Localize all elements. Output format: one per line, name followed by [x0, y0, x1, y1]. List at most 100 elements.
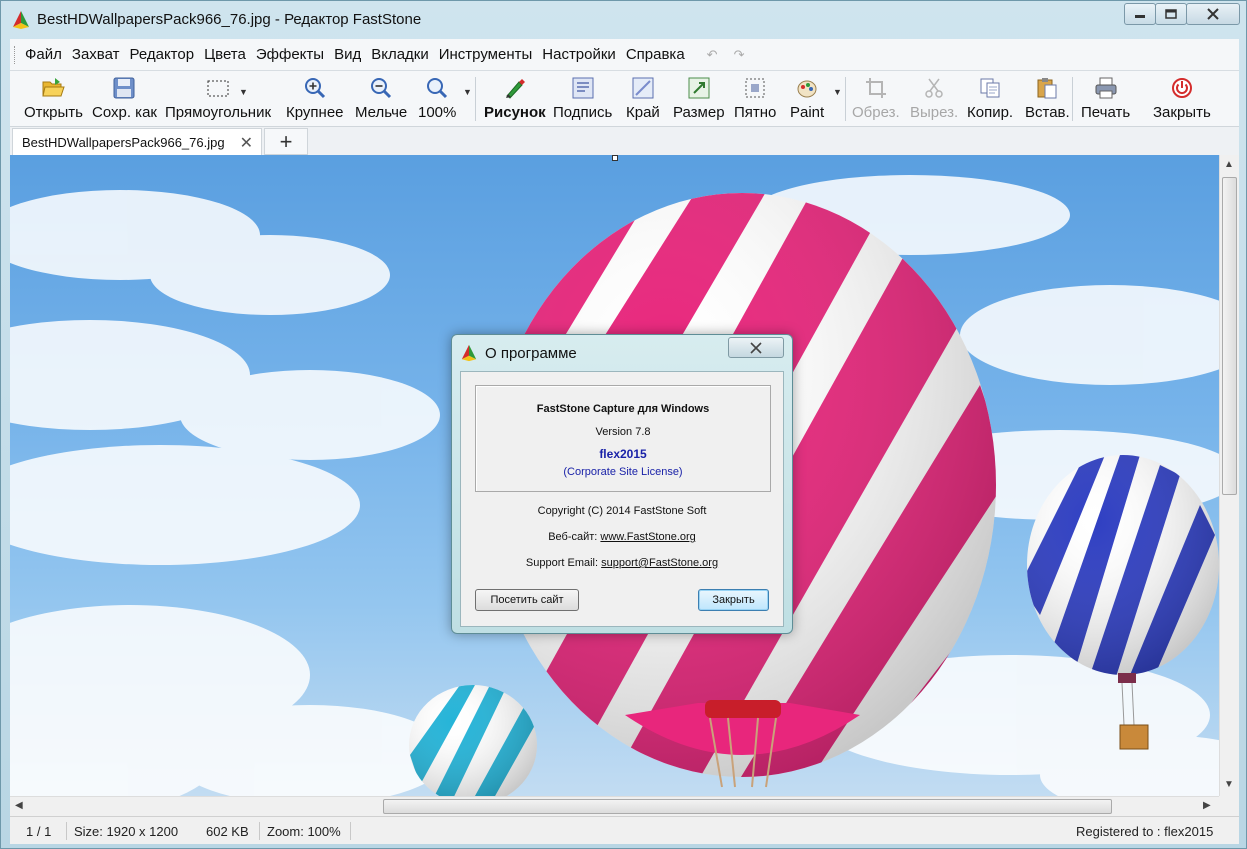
- status-page: 1 / 1: [26, 824, 52, 839]
- maximize-icon: [1165, 9, 1177, 19]
- dialog-title: О программе: [485, 345, 577, 362]
- scroll-right-icon[interactable]: ▶: [1203, 800, 1211, 811]
- menu-capture[interactable]: Захват: [72, 46, 120, 63]
- app-window: BestHDWallpapersPack966_76.jpg - Редакто…: [0, 0, 1247, 849]
- rectangle-select-icon: [207, 80, 229, 97]
- scroll-corner: [1219, 796, 1239, 816]
- paste-button[interactable]: Встав.: [1025, 75, 1070, 121]
- about-dialog: О программе FastStone Capture для Window…: [451, 334, 793, 634]
- zoom-in-icon: [304, 78, 325, 99]
- copyright-text: Copyright (C) 2014 FastStone Soft: [537, 505, 707, 517]
- scroll-down-icon[interactable]: ▼: [1224, 779, 1234, 790]
- menu-settings[interactable]: Настройки: [542, 46, 616, 63]
- save-as-button[interactable]: Сохр. как: [92, 75, 157, 121]
- menu-tabs[interactable]: Вкладки: [371, 46, 429, 63]
- crop-button[interactable]: Обрез.: [852, 75, 900, 121]
- undo-icon[interactable]: ↶: [707, 47, 718, 63]
- canvas-resize-handle[interactable]: [612, 155, 618, 161]
- product-version: Version 7.8: [595, 426, 651, 438]
- menu-bar: Файл Захват Редактор Цвета Эффекты Вид В…: [10, 39, 1239, 71]
- licensed-user: flex2015: [599, 447, 647, 461]
- faststone-app-icon: [461, 344, 477, 362]
- scroll-up-icon[interactable]: ▲: [1224, 159, 1234, 170]
- close-icon: [1207, 8, 1219, 20]
- print-button[interactable]: Печать: [1081, 75, 1130, 121]
- email-link[interactable]: support@FastStone.org: [601, 557, 718, 569]
- rectangle-dropdown-icon[interactable]: ▼: [239, 87, 248, 97]
- website-row: Веб-сайт: www.FastStone.org: [461, 531, 783, 543]
- close-window-button[interactable]: [1186, 3, 1240, 25]
- printer-icon: [1095, 77, 1117, 99]
- scissors-icon: [925, 78, 943, 98]
- rectangle-select-button[interactable]: Прямоугольник: [165, 75, 271, 121]
- copy-icon: [980, 78, 1000, 98]
- tab-label: BestHDWallpapersPack966_76.jpg: [22, 134, 225, 150]
- dialog-close-button[interactable]: [728, 337, 784, 358]
- website-label: Веб-сайт:: [548, 531, 598, 543]
- open-button[interactable]: Открыть: [24, 75, 83, 121]
- paint-button[interactable]: Paint: [790, 75, 824, 121]
- website-link[interactable]: www.FastStone.org: [600, 531, 695, 543]
- menu-effects[interactable]: Эффекты: [256, 46, 324, 63]
- draw-pen-icon: [505, 79, 525, 99]
- redo-icon[interactable]: ↷: [734, 47, 745, 63]
- resize-button[interactable]: Размер: [673, 75, 725, 121]
- power-close-icon: [1171, 78, 1192, 98]
- toolbar-separator: [845, 77, 846, 121]
- menu-colors[interactable]: Цвета: [204, 46, 246, 63]
- email-row: Support Email: support@FastStone.org: [461, 557, 783, 569]
- open-folder-icon: [42, 78, 66, 97]
- save-disk-icon: [113, 77, 135, 99]
- minimize-icon: [1135, 15, 1145, 18]
- visit-site-button[interactable]: Посетить сайт: [475, 589, 579, 611]
- zoom-actual-icon: [427, 78, 448, 99]
- close-image-button[interactable]: Закрыть: [1153, 75, 1211, 121]
- zoom-in-button[interactable]: Крупнее: [286, 75, 344, 121]
- minimize-button[interactable]: [1124, 3, 1156, 25]
- zoom-100-button[interactable]: 100%: [418, 75, 456, 121]
- menu-file[interactable]: Файл: [25, 46, 62, 63]
- edge-button[interactable]: Край: [626, 75, 660, 121]
- dialog-body: FastStone Capture для Windows Version 7.…: [460, 371, 784, 627]
- dialog-ok-close-button[interactable]: Закрыть: [698, 589, 769, 611]
- paint-palette-icon: [797, 80, 817, 98]
- horizontal-scrollbar[interactable]: ◀ ▶: [10, 796, 1219, 816]
- tab-close-icon[interactable]: ✕: [240, 133, 253, 153]
- menu-tools[interactable]: Инструменты: [439, 46, 533, 63]
- status-size: Size: 1920 x 1200: [74, 824, 179, 839]
- maximize-button[interactable]: [1155, 3, 1187, 25]
- tab-image[interactable]: BestHDWallpapersPack966_76.jpg ✕: [12, 128, 262, 155]
- edge-icon: [632, 77, 654, 99]
- spot-button[interactable]: Пятно: [734, 75, 776, 121]
- status-separator: [66, 822, 67, 840]
- paint-dropdown-icon[interactable]: ▼: [833, 87, 842, 97]
- add-tab-button[interactable]: +: [264, 128, 308, 155]
- scroll-left-icon[interactable]: ◀: [15, 800, 23, 811]
- menu-editor[interactable]: Редактор: [129, 46, 194, 63]
- window-controls: [1124, 3, 1240, 27]
- resize-icon: [688, 77, 710, 99]
- toolbar: Открыть Сохр. как Прямоугольник ▼ Крупне…: [10, 71, 1239, 127]
- menu-help[interactable]: Справка: [626, 46, 685, 63]
- zoom-dropdown-icon[interactable]: ▼: [463, 87, 472, 97]
- status-zoom: Zoom: 100%: [267, 824, 341, 839]
- copy-button[interactable]: Копир.: [967, 75, 1013, 121]
- draw-button[interactable]: Рисунок: [484, 75, 546, 121]
- cyan-balloon: [409, 685, 537, 796]
- caption-button[interactable]: Подпись: [553, 75, 612, 121]
- status-filesize: 602 KB: [206, 824, 249, 839]
- title-bar[interactable]: BestHDWallpapersPack966_76.jpg - Редакто…: [1, 1, 1246, 39]
- paste-clipboard-icon: [1037, 78, 1057, 99]
- menu-view[interactable]: Вид: [334, 46, 361, 63]
- horizontal-scroll-thumb[interactable]: [383, 799, 1112, 814]
- status-separator: [259, 822, 260, 840]
- product-name: FastStone Capture для Windows: [536, 403, 710, 415]
- vertical-scrollbar[interactable]: ▲ ▼: [1219, 155, 1239, 796]
- cut-button[interactable]: Вырез.: [910, 75, 958, 121]
- product-info-box: FastStone Capture для Windows Version 7.…: [475, 385, 771, 492]
- zoom-out-icon: [371, 78, 392, 99]
- zoom-out-button[interactable]: Мельче: [355, 75, 407, 121]
- status-separator: [350, 822, 351, 840]
- status-registered: Registered to : flex2015: [1076, 824, 1214, 839]
- vertical-scroll-thumb[interactable]: [1222, 177, 1237, 495]
